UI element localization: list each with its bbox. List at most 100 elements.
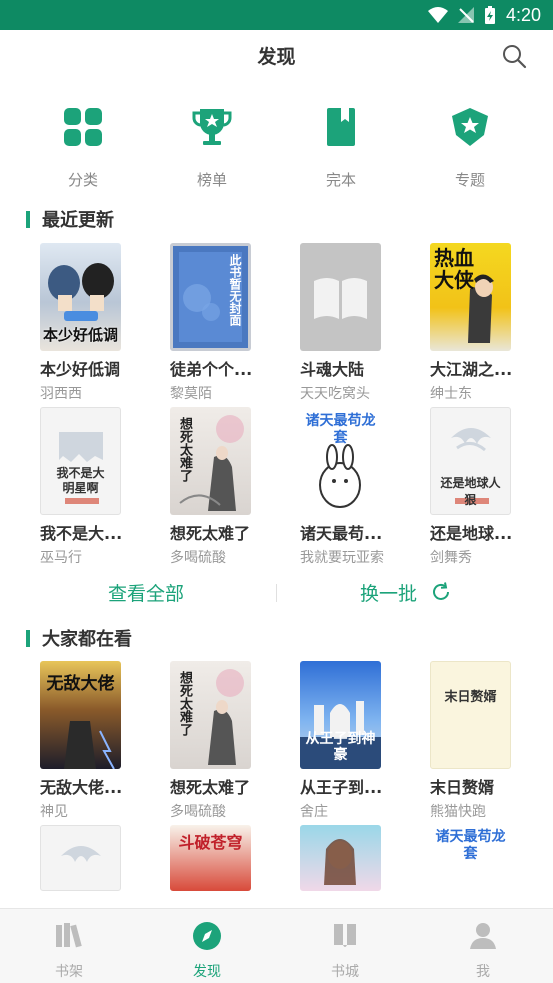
book-cover: 我不是大明星啊 — [40, 407, 121, 515]
book-title: 还是地球... — [430, 524, 513, 543]
cover-title: 从王子到神豪 — [305, 731, 376, 763]
cover-title: 诸天最苟龙套 — [435, 829, 506, 862]
nav-item-discover[interactable]: 发现 — [162, 909, 252, 981]
book-cover: 还是地球人狠 — [430, 407, 511, 515]
book-author: 舍庄 — [300, 804, 328, 820]
book-cover: 热血大侠 — [430, 243, 511, 351]
cover-title: 斗破苍穹 — [178, 833, 243, 852]
book-card[interactable]: 还是地球人狠 还是地球... 剑舞秀 — [430, 407, 540, 567]
book-card[interactable]: 从王子到神豪 从王子到... 舍庄 — [300, 661, 410, 821]
section-recent-title: 最近更新 — [26, 206, 114, 232]
book-card[interactable]: 无敌大佬 无敌大佬... 神见 — [40, 661, 150, 821]
cover-title: 本少好低调 — [42, 326, 118, 344]
book-title: 我不是大... — [40, 524, 123, 543]
category-item-topics[interactable]: 专题 — [430, 105, 510, 190]
nav-item-me[interactable]: 我 — [438, 909, 528, 981]
view-all-button[interactable]: 查看全部 — [108, 579, 184, 606]
book-card[interactable] — [40, 825, 150, 891]
section-title-text: 大家都在看 — [42, 629, 132, 650]
book-author: 剑舞秀 — [430, 550, 472, 566]
book-cover: 想死太难了 — [170, 661, 251, 769]
category-item-finished[interactable]: 完本 — [301, 105, 381, 190]
cover-title: 我不是大明星啊 — [56, 466, 105, 495]
bookshelf-icon — [56, 923, 82, 948]
book-card[interactable]: 诸天最苟龙套 诸天最苟... 我就要玩亚索 — [300, 407, 410, 567]
book-title: 斗魂大陆 — [300, 360, 365, 379]
category-label: 完本 — [325, 171, 356, 189]
nav-label: 我 — [476, 964, 490, 980]
cover-title: 末日赘婿 — [444, 690, 497, 705]
category-item-ranking[interactable]: 榜单 — [172, 105, 252, 190]
section-accent-bar — [26, 629, 30, 647]
book-author: 神见 — [40, 804, 68, 820]
battery-charging-icon — [484, 6, 495, 24]
category-item-classify[interactable]: 分类 — [43, 105, 123, 190]
book-author: 多喝硫酸 — [170, 804, 226, 820]
book-card[interactable]: 想死太难了 想死太难了 多喝硫酸 — [170, 407, 280, 567]
nav-item-bookstore[interactable]: 书城 — [300, 909, 390, 981]
book-title: 徒弟个个... — [170, 360, 253, 379]
book-title: 大江湖之... — [430, 360, 513, 379]
book-cover — [300, 825, 381, 891]
shield-star-icon — [452, 108, 488, 146]
clock: 4:20 — [505, 4, 541, 25]
book-card[interactable]: 末日赘婿 末日赘婿 熊猫快跑 — [430, 661, 540, 821]
book-author: 熊猫快跑 — [430, 804, 486, 820]
compass-icon — [193, 922, 221, 950]
cover-title: 诸天最苟龙套 — [305, 413, 376, 446]
book-cover: 末日赘婿 — [430, 661, 511, 769]
category-shortcuts: 分类 榜单 完本 专题 — [0, 105, 553, 190]
nav-item-bookshelf[interactable]: 书架 — [24, 909, 114, 981]
refresh-icon[interactable] — [430, 581, 452, 603]
status-bar: 4:20 — [0, 0, 553, 30]
book-author: 羽西西 — [40, 386, 82, 402]
grid-icon — [64, 108, 102, 146]
book-title: 无敌大佬... — [40, 778, 123, 797]
book-card[interactable]: 斗魂大陆 天天吃窝头 — [300, 243, 410, 403]
section-popular-title: 大家都在看 — [26, 625, 132, 651]
section-accent-bar — [26, 210, 30, 228]
no-signal-icon — [457, 7, 474, 23]
book-card[interactable]: 想死太难了 想死太难了 多喝硫酸 — [170, 661, 280, 821]
recent-actions: 查看全部 换一批 — [0, 572, 553, 612]
book-card[interactable]: 本少好低调 本少好低调 羽西西 — [40, 243, 150, 403]
book-placeholder-icon — [314, 278, 367, 319]
cover-title: 想死太难了 — [177, 417, 192, 482]
book-title: 本少好低调 — [40, 360, 121, 379]
top-bar: 发现 — [0, 30, 553, 80]
book-card[interactable]: 诸天最苟龙套 — [430, 825, 540, 891]
book-cover: 此书暂无封面 — [170, 243, 251, 351]
refresh-label: 换一批 — [360, 583, 418, 605]
book-author: 巫马行 — [40, 550, 82, 566]
book-card[interactable] — [300, 825, 410, 891]
book-cover: 想死太难了 — [170, 407, 251, 515]
book-cover — [300, 243, 381, 351]
book-title: 想死太难了 — [170, 524, 251, 543]
cover-title: 想死太难了 — [177, 671, 192, 736]
book-card[interactable]: 我不是大明星啊 我不是大... 巫马行 — [40, 407, 150, 567]
book-cover — [40, 825, 121, 891]
cover-title: 此书暂无封面 — [228, 254, 242, 326]
book-cover: 诸天最苟龙套 — [430, 825, 511, 891]
book-card[interactable]: 热血大侠 大江湖之... 绅士东 — [430, 243, 540, 403]
book-cover: 从王子到神豪 — [300, 661, 381, 769]
page-title: 发现 — [257, 46, 296, 68]
refresh-batch-button[interactable]: 换一批 — [360, 579, 417, 606]
cover-title: 热血大侠 — [434, 246, 474, 292]
book-store-icon — [334, 924, 356, 947]
book-author: 黎莫陌 — [170, 386, 212, 402]
trophy-icon — [192, 109, 232, 145]
category-label: 榜单 — [196, 171, 227, 189]
book-author: 天天吃窝头 — [300, 386, 370, 402]
book-card[interactable]: 此书暂无封面 徒弟个个... 黎莫陌 — [170, 243, 280, 403]
search-icon[interactable] — [501, 43, 527, 69]
book-cover: 无敌大佬 — [40, 661, 121, 769]
bottom-navigation: 书架 发现 书城 我 — [0, 908, 553, 983]
book-cover: 斗破苍穹 — [170, 825, 251, 891]
book-author: 多喝硫酸 — [170, 550, 226, 566]
book-title: 想死太难了 — [170, 778, 251, 797]
section-title-text: 最近更新 — [42, 210, 114, 231]
book-card[interactable]: 斗破苍穹 — [170, 825, 280, 891]
user-icon — [470, 923, 496, 949]
book-title: 诸天最苟... — [300, 524, 383, 543]
